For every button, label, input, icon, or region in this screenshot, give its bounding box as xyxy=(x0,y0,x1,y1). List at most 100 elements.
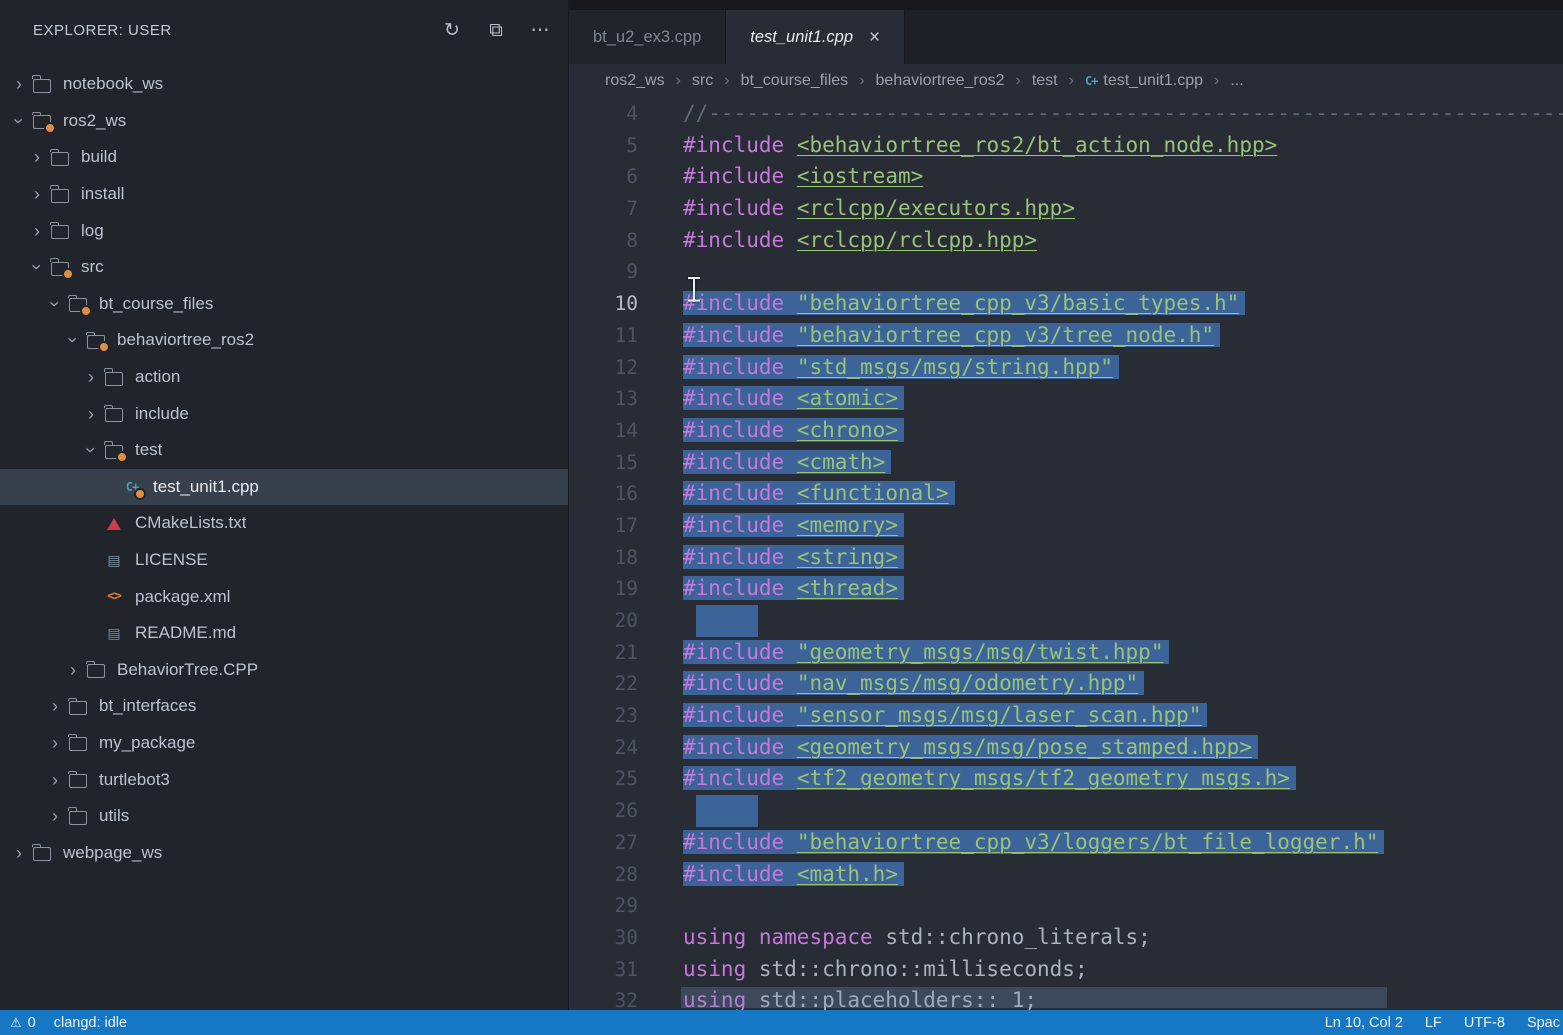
code-line-8[interactable]: 8#include <rclcpp/rclcpp.hpp> xyxy=(569,225,1563,257)
more-actions-icon[interactable]: ⋯ xyxy=(530,21,550,40)
line-number[interactable]: 30 xyxy=(569,922,638,954)
tree-item-action[interactable]: ›action xyxy=(0,359,568,396)
code-line-4[interactable]: 4//-------------------------------------… xyxy=(569,98,1563,130)
code-line-21[interactable]: 21#include "geometry_msgs/msg/twist.hpp" xyxy=(569,637,1563,669)
code-line-7[interactable]: 7#include <rclcpp/executors.hpp> xyxy=(569,193,1563,225)
editor-tab-bt_u2_ex3.cpp[interactable]: bt_u2_ex3.cpp xyxy=(569,10,726,64)
chevron-right-icon[interactable]: › xyxy=(62,661,84,679)
tree-item-test_unit1.cpp[interactable]: C+test_unit1.cpp xyxy=(0,469,568,506)
chevron-right-icon[interactable]: › xyxy=(44,807,66,825)
breadcrumb-item-test[interactable]: test xyxy=(1032,72,1058,90)
code-line-6[interactable]: 6#include <iostream> xyxy=(569,161,1563,193)
code-line-10[interactable]: 10#include "behaviortree_cpp_v3/basic_ty… xyxy=(569,288,1563,320)
line-number[interactable]: 8 xyxy=(569,225,638,257)
code-line-20[interactable]: 20 xyxy=(569,605,1563,637)
line-number[interactable]: 18 xyxy=(569,542,638,574)
chevron-down-icon[interactable]: › xyxy=(64,329,82,351)
chevron-right-icon[interactable]: › xyxy=(8,844,30,862)
refresh-icon[interactable]: ↻ xyxy=(442,21,462,40)
line-number[interactable]: 15 xyxy=(569,447,638,479)
line-number[interactable]: 28 xyxy=(569,859,638,891)
code-line-31[interactable]: 31using std::chrono::milliseconds; xyxy=(569,954,1563,986)
code-line-13[interactable]: 13#include <atomic> xyxy=(569,383,1563,415)
line-number[interactable]: 21 xyxy=(569,637,638,669)
chevron-right-icon[interactable]: › xyxy=(80,405,102,423)
line-number[interactable]: 20 xyxy=(569,605,638,637)
chevron-down-icon[interactable]: › xyxy=(28,256,46,278)
tree-item-bt_course_files[interactable]: ›bt_course_files xyxy=(0,286,568,323)
code-line-19[interactable]: 19#include <thread> xyxy=(569,573,1563,605)
line-number[interactable]: 6 xyxy=(569,161,638,193)
code-line-23[interactable]: 23#include "sensor_msgs/msg/laser_scan.h… xyxy=(569,700,1563,732)
chevron-right-icon[interactable]: › xyxy=(44,734,66,752)
line-number[interactable]: 23 xyxy=(569,700,638,732)
breadcrumb-item-ros2_ws[interactable]: ros2_ws xyxy=(605,72,665,90)
tree-item-log[interactable]: ›log xyxy=(0,212,568,249)
line-number[interactable]: 19 xyxy=(569,573,638,605)
code-line-9[interactable]: 9 xyxy=(569,256,1563,288)
code-line-25[interactable]: 25#include <tf2_geometry_msgs/tf2_geomet… xyxy=(569,763,1563,795)
tree-item-webpage_ws[interactable]: ›webpage_ws xyxy=(0,834,568,871)
editor-tab-test_unit1.cpp[interactable]: test_unit1.cpp× xyxy=(726,10,905,64)
close-tab-icon[interactable]: × xyxy=(869,28,880,47)
tree-item-build[interactable]: ›build xyxy=(0,139,568,176)
code-line-18[interactable]: 18#include <string> xyxy=(569,542,1563,574)
tree-item-ros2_ws[interactable]: ›ros2_ws xyxy=(0,103,568,140)
line-number[interactable]: 5 xyxy=(569,130,638,162)
line-number[interactable]: 25 xyxy=(569,763,638,795)
eol-indicator[interactable]: LF xyxy=(1425,1015,1442,1031)
tree-item-LICENSE[interactable]: ▤LICENSE xyxy=(0,542,568,579)
breadcrumb-item-bt_course_files[interactable]: bt_course_files xyxy=(741,72,849,90)
tree-item-include[interactable]: ›include xyxy=(0,395,568,432)
line-number[interactable]: 11 xyxy=(569,320,638,352)
chevron-down-icon[interactable]: › xyxy=(10,110,28,132)
language-server-status[interactable]: clangd: idle xyxy=(54,1015,127,1031)
chevron-right-icon[interactable]: › xyxy=(26,222,48,240)
horizontal-scrollbar[interactable] xyxy=(681,987,1387,1008)
collapse-folders-icon[interactable]: ⧉ xyxy=(486,21,506,40)
indentation-indicator[interactable]: Spac xyxy=(1527,1015,1560,1031)
line-number[interactable]: 9 xyxy=(569,256,638,288)
line-number[interactable]: 12 xyxy=(569,352,638,384)
tree-item-src[interactable]: ›src xyxy=(0,249,568,286)
chevron-right-icon[interactable]: › xyxy=(26,148,48,166)
line-number[interactable]: 7 xyxy=(569,193,638,225)
chevron-right-icon[interactable]: › xyxy=(8,75,30,93)
breadcrumb-item-test_unit1.cpp[interactable]: C+test_unit1.cpp xyxy=(1085,72,1203,90)
problems-indicator[interactable]: ⚠ 0 xyxy=(10,1015,36,1031)
code-line-24[interactable]: 24#include <geometry_msgs/msg/pose_stamp… xyxy=(569,732,1563,764)
line-number[interactable]: 4 xyxy=(569,98,638,130)
tree-item-BehaviorTree.CPP[interactable]: ›BehaviorTree.CPP xyxy=(0,652,568,689)
chevron-down-icon[interactable]: › xyxy=(82,439,100,461)
line-number[interactable]: 24 xyxy=(569,732,638,764)
chevron-right-icon[interactable]: › xyxy=(80,368,102,386)
line-number[interactable]: 17 xyxy=(569,510,638,542)
chevron-down-icon[interactable]: › xyxy=(46,293,64,315)
code-line-15[interactable]: 15#include <cmath> xyxy=(569,447,1563,479)
code-line-22[interactable]: 22#include "nav_msgs/msg/odometry.hpp" xyxy=(569,668,1563,700)
tree-item-my_package[interactable]: ›my_package xyxy=(0,725,568,762)
tree-item-behaviortree_ros2[interactable]: ›behaviortree_ros2 xyxy=(0,322,568,359)
tree-item-notebook_ws[interactable]: ›notebook_ws xyxy=(0,66,568,103)
code-line-11[interactable]: 11#include "behaviortree_cpp_v3/tree_nod… xyxy=(569,320,1563,352)
code-line-12[interactable]: 12#include "std_msgs/msg/string.hpp" xyxy=(569,352,1563,384)
code-line-30[interactable]: 30using namespace std::chrono_literals; xyxy=(569,922,1563,954)
line-number[interactable]: 10 xyxy=(569,288,638,320)
tree-item-package.xml[interactable]: <>package.xml xyxy=(0,578,568,615)
code-line-14[interactable]: 14#include <chrono> xyxy=(569,415,1563,447)
encoding-indicator[interactable]: UTF-8 xyxy=(1464,1015,1505,1031)
code-line-27[interactable]: 27#include "behaviortree_cpp_v3/loggers/… xyxy=(569,827,1563,859)
line-number[interactable]: 22 xyxy=(569,668,638,700)
breadcrumb-item-...[interactable]: ... xyxy=(1230,72,1243,90)
code-line-5[interactable]: 5#include <behaviortree_ros2/bt_action_n… xyxy=(569,130,1563,162)
breadcrumb-item-src[interactable]: src xyxy=(692,72,713,90)
code-line-29[interactable]: 29 xyxy=(569,890,1563,922)
line-number[interactable]: 13 xyxy=(569,383,638,415)
tree-item-CMakeLists.txt[interactable]: CMakeLists.txt xyxy=(0,505,568,542)
tree-item-turtlebot3[interactable]: ›turtlebot3 xyxy=(0,761,568,798)
cursor-position[interactable]: Ln 10, Col 2 xyxy=(1325,1015,1403,1031)
code-line-28[interactable]: 28#include <math.h> xyxy=(569,859,1563,891)
tree-item-bt_interfaces[interactable]: ›bt_interfaces xyxy=(0,688,568,725)
line-number[interactable]: 14 xyxy=(569,415,638,447)
tree-item-utils[interactable]: ›utils xyxy=(0,798,568,835)
